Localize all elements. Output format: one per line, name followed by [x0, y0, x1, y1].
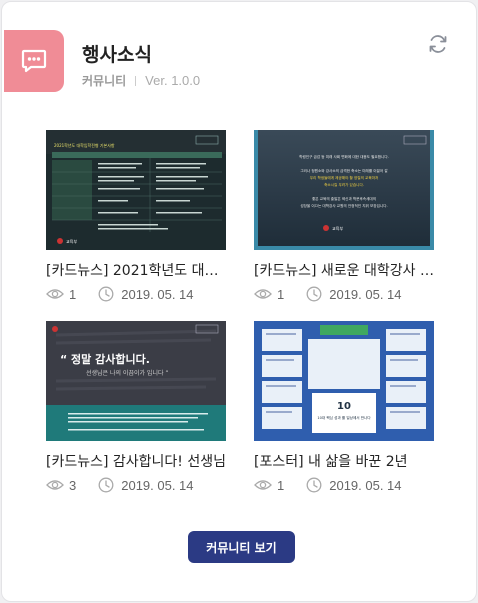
widget-version: Ver. 1.0.0	[145, 73, 201, 88]
views-count: 1	[277, 286, 285, 302]
svg-text:“ 정말 감사합니다.: “ 정말 감사합니다.	[60, 352, 150, 366]
clock-icon	[98, 286, 114, 302]
post-title[interactable]: [포스터] 내 삶을 바꾼 2년	[254, 451, 434, 471]
date-stat: 2019. 05. 14	[98, 286, 194, 302]
eye-icon	[46, 289, 64, 299]
svg-text:10: 10	[337, 401, 351, 412]
post-item: 10 10대 핵심 성과 를 일상에서 만나다 [포스터] 내 삶을 바꾼 2년…	[254, 321, 434, 493]
views-stat: 1	[254, 287, 284, 302]
svg-text:좋은 교육의 출발은 혁신과 학문후속세대의: 좋은 교육의 출발은 혁신과 학문후속세대의	[312, 196, 376, 201]
refresh-icon	[429, 35, 447, 53]
image-poster: 10 10대 핵심 성과 를 일상에서 만나다	[254, 321, 434, 441]
meta-divider	[135, 75, 137, 86]
post-thumbnail[interactable]: 10 10대 핵심 성과 를 일상에서 만나다	[254, 321, 434, 441]
image-2021-admission: 2021학년도 대학입학전형 기본사항 교육부	[46, 130, 226, 250]
chat-bubble-icon	[21, 49, 47, 73]
svg-text:2021학년도 대학입학전형 기본사항: 2021학년도 대학입학전형 기본사항	[54, 142, 115, 148]
views-count: 1	[69, 286, 77, 302]
widget-title: 행사소식	[82, 44, 152, 66]
post-title[interactable]: [카드뉴스] 새로운 대학강사 제도	[254, 260, 434, 280]
view-community-button[interactable]: 커뮤니티 보기	[188, 531, 295, 563]
app-icon	[4, 30, 64, 92]
svg-text:축소시킬 우려가 있습니다.: 축소시킬 우려가 있습니다.	[324, 182, 364, 187]
post-title[interactable]: [카드뉴스] 2021학년도 대입전형 기본사항	[46, 260, 226, 280]
svg-text:학령인구 급감 등 미래 사회 변화에 대한 대응도 필요합: 학령인구 급감 등 미래 사회 변화에 대한 대응도 필요합니다.	[299, 154, 389, 159]
eye-icon	[254, 480, 272, 490]
date-stat: 2019. 05. 14	[306, 286, 402, 302]
post-stats: 3 2019. 05. 14	[46, 477, 226, 493]
post-stats: 1 2019. 05. 14	[254, 286, 434, 302]
eye-icon	[46, 480, 64, 490]
post-date: 2019. 05. 14	[121, 286, 194, 302]
views-count: 3	[69, 477, 77, 493]
clock-icon	[306, 477, 322, 493]
post-item: 2021학년도 대학입학전형 기본사항 교육부 [카드뉴스] 2021학년도 대…	[46, 130, 226, 302]
post-date: 2019. 05. 14	[121, 477, 194, 493]
post-thumbnail[interactable]: 2021학년도 대학입학전형 기본사항 교육부	[46, 130, 226, 250]
post-item: “ 정말 감사합니다. 선생님은 나의 이끔이가 입니다 ” [카드뉴스] 감사…	[46, 321, 226, 493]
post-stats: 1 2019. 05. 14	[254, 477, 434, 493]
views-stat: 1	[254, 478, 284, 493]
event-news-widget: 행사소식 커뮤니티 Ver. 1.0.0 2021학년도 대학입학전형 기본사항	[1, 1, 477, 602]
svg-text:선생님은 나의 이끔이가 입니다 ”: 선생님은 나의 이끔이가 입니다 ”	[86, 369, 169, 377]
clock-icon	[98, 477, 114, 493]
date-stat: 2019. 05. 14	[98, 477, 194, 493]
image-new-lecturer: 학령인구 급감 등 미래 사회 변화에 대한 대응도 필요합니다. 그러나 정원…	[254, 130, 434, 250]
svg-text:그러나 정원소와 강사소의 급격한 축소는 미래를 이끌어: 그러나 정원소와 강사소의 급격한 축소는 미래를 이끌어 갈	[300, 168, 388, 173]
post-stats: 1 2019. 05. 14	[46, 286, 226, 302]
eye-icon	[254, 289, 272, 299]
svg-text:우리 학생들에게 제공해야 할 양질의 교육마저: 우리 학생들에게 제공해야 할 양질의 교육마저	[310, 175, 379, 180]
post-thumbnail[interactable]: “ 정말 감사합니다. 선생님은 나의 이끔이가 입니다 ”	[46, 321, 226, 441]
widget-meta: 커뮤니티 Ver. 1.0.0	[82, 72, 200, 89]
views-stat: 1	[46, 287, 76, 302]
views-stat: 3	[46, 478, 76, 493]
refresh-button[interactable]	[426, 32, 450, 56]
widget-category: 커뮤니티	[82, 74, 127, 88]
post-title[interactable]: [카드뉴스] 감사합니다! 선생님	[46, 451, 226, 471]
views-count: 1	[277, 477, 285, 493]
date-stat: 2019. 05. 14	[306, 477, 402, 493]
clock-icon	[306, 286, 322, 302]
image-thanks: “ 정말 감사합니다. 선생님은 나의 이끔이가 입니다 ”	[46, 321, 226, 441]
svg-text:성장을 이끄는 대학강사 교원의 안정적인 지위 보장입니다: 성장을 이끄는 대학강사 교원의 안정적인 지위 보장입니다.	[300, 203, 387, 208]
post-date: 2019. 05. 14	[329, 477, 402, 493]
svg-text:10대 핵심 성과 를 일상에서 만나다: 10대 핵심 성과 를 일상에서 만나다	[317, 415, 371, 420]
svg-text:교육부: 교육부	[66, 239, 77, 244]
post-date: 2019. 05. 14	[329, 286, 402, 302]
post-thumbnail[interactable]: 학령인구 급감 등 미래 사회 변화에 대한 대응도 필요합니다. 그러나 정원…	[254, 130, 434, 250]
svg-text:교육부: 교육부	[332, 226, 343, 231]
post-item: 학령인구 급감 등 미래 사회 변화에 대한 대응도 필요합니다. 그러나 정원…	[254, 130, 434, 302]
